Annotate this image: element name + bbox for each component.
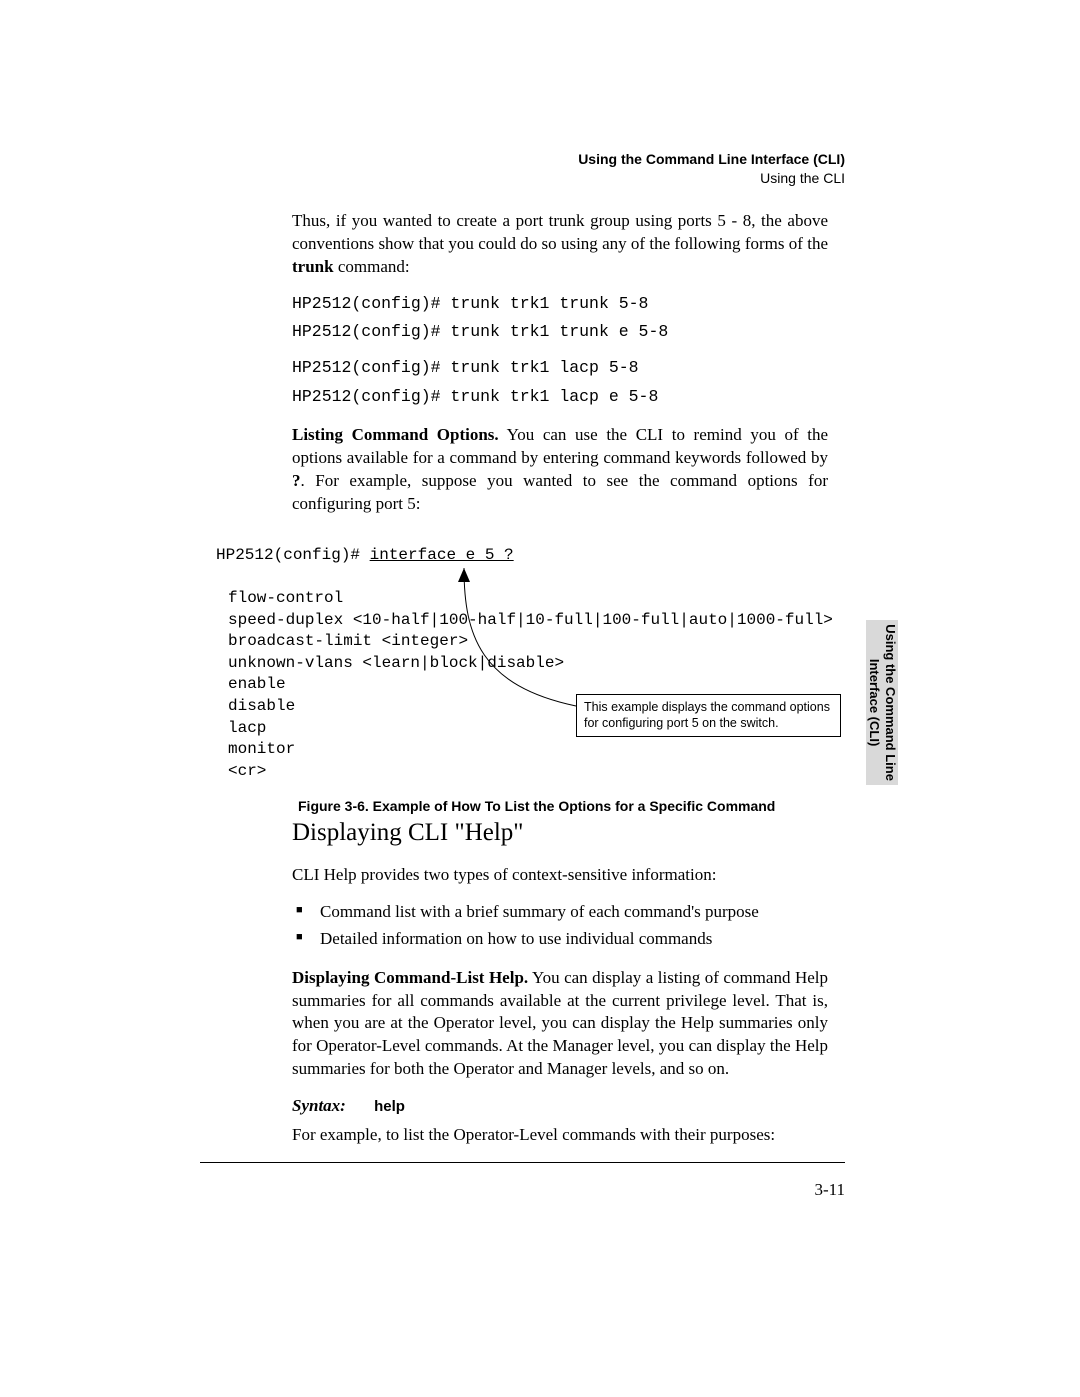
- body-column-lower: Displaying CLI "Help" CLI Help provides …: [292, 816, 828, 1161]
- cmd-example-1: HP2512(config)# trunk trk1 trunk 5-8: [292, 293, 828, 315]
- page-header: Using the Command Line Interface (CLI) U…: [578, 150, 845, 188]
- listing-options-paragraph: Listing Command Options. You can use the…: [292, 424, 828, 516]
- syntax-command: help: [374, 1098, 405, 1115]
- list-item: Command list with a brief summary of eac…: [292, 901, 828, 924]
- cli-prompt: HP2512(config)#: [216, 546, 370, 564]
- syntax-label: Syntax:: [292, 1096, 346, 1115]
- list-item: Detailed information on how to use indiv…: [292, 928, 828, 951]
- figure-callout-box: This example displays the command option…: [576, 694, 841, 737]
- page-number: 3-11: [814, 1180, 845, 1200]
- help-intro: CLI Help provides two types of context-s…: [292, 864, 828, 887]
- body-column-upper: Thus, if you wanted to create a port tru…: [292, 210, 828, 530]
- cmd-example-4: HP2512(config)# trunk trk1 lacp e 5-8: [292, 386, 828, 408]
- syntax-followup: For example, to list the Operator-Level …: [292, 1124, 828, 1147]
- figure-prompt-line: HP2512(config)# interface e 5 ?: [216, 546, 856, 564]
- figure-caption: Figure 3-6. Example of How To List the O…: [298, 798, 856, 814]
- chapter-side-tab: Using the Command Line Interface (CLI): [866, 620, 898, 785]
- header-subtitle: Using the CLI: [578, 169, 845, 188]
- figure-options-list: flow-control speed-duplex <10-half|100-h…: [228, 588, 856, 782]
- side-tab-line1: Using the Command Line: [883, 624, 898, 781]
- displaying-command-list-help: Displaying Command-List Help. You can di…: [292, 967, 828, 1082]
- syntax-row: Syntax: help: [292, 1095, 828, 1118]
- cmd-example-3: HP2512(config)# trunk trk1 lacp 5-8: [292, 357, 828, 379]
- footer-rule: [200, 1162, 845, 1163]
- help-bullet-list: Command list with a brief summary of eac…: [292, 901, 828, 951]
- page: Using the Command Line Interface (CLI) U…: [0, 0, 1080, 1397]
- cmd-example-2: HP2512(config)# trunk trk1 trunk e 5-8: [292, 321, 828, 343]
- section-heading: Displaying CLI "Help": [292, 816, 828, 850]
- header-title: Using the Command Line Interface (CLI): [578, 150, 845, 169]
- figure-3-6: HP2512(config)# interface e 5 ? flow-con…: [216, 546, 856, 814]
- side-tab-line2: Interface (CLI): [867, 659, 882, 746]
- cli-input-underlined: interface e 5 ?: [370, 546, 514, 564]
- intro-paragraph: Thus, if you wanted to create a port tru…: [292, 210, 828, 279]
